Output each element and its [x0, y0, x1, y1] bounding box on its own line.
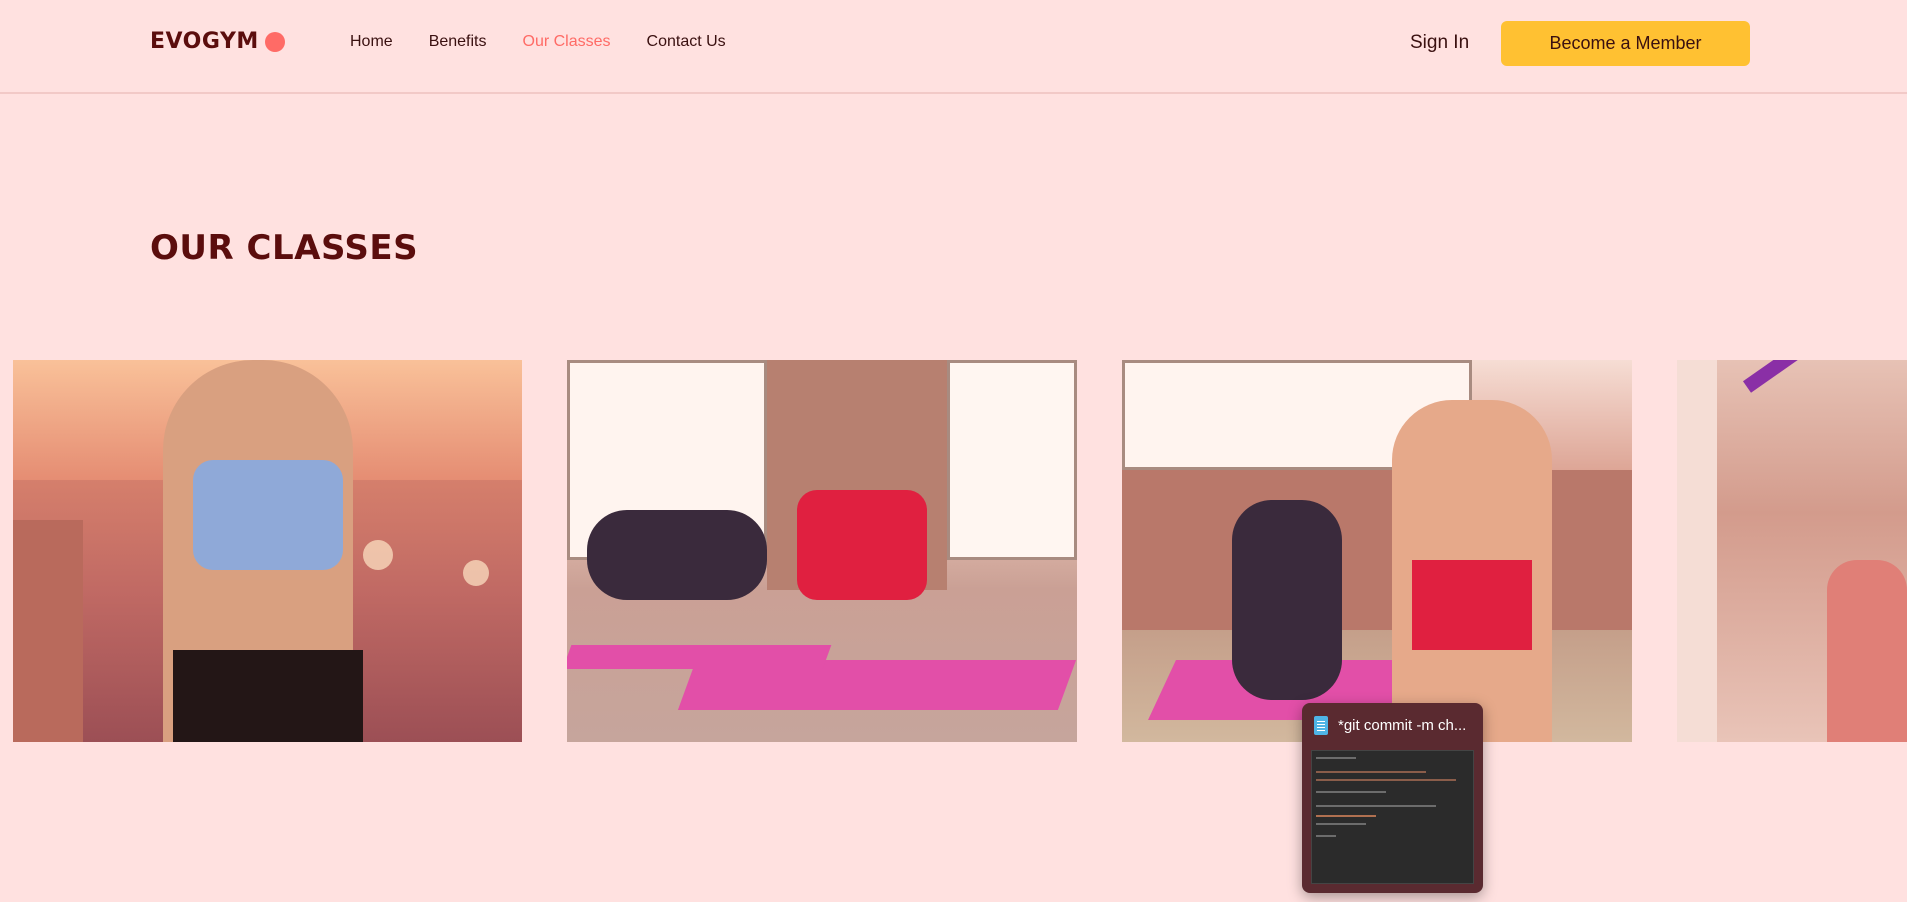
preview-header: *git commit -m ch... — [1314, 716, 1466, 735]
class-image-stretching[interactable] — [1122, 360, 1632, 742]
window — [947, 360, 1077, 560]
preview-title: *git commit -m ch... — [1338, 717, 1467, 734]
thumb-line — [1316, 815, 1376, 817]
preview-thumbnail[interactable] — [1311, 750, 1474, 884]
resistance-band — [1742, 360, 1899, 393]
thumb-line — [1316, 779, 1456, 781]
brick-wall — [1122, 470, 1632, 630]
class-image-weights[interactable] — [13, 360, 522, 742]
sports-top — [193, 460, 343, 570]
become-member-button[interactable]: Become a Member — [1501, 21, 1750, 66]
nav-link-contact-us[interactable]: Contact Us — [647, 33, 726, 51]
person-figure — [1232, 500, 1342, 700]
thumb-line — [1316, 823, 1366, 825]
taskbar-window-preview[interactable]: *git commit -m ch... — [1302, 703, 1483, 893]
thumb-line — [1316, 791, 1386, 793]
thumb-line — [1316, 771, 1426, 773]
class-image-resistance-band[interactable] — [1677, 360, 1907, 742]
sign-in-link[interactable]: Sign In — [1410, 32, 1469, 54]
class-image-floor-exercise[interactable] — [567, 360, 1077, 742]
logo-dot-icon — [264, 31, 285, 52]
logo[interactable]: EVOGYM — [150, 29, 285, 54]
nav-link-home[interactable]: Home — [350, 33, 393, 51]
person-figure — [1827, 560, 1907, 742]
thumb-line — [1316, 757, 1356, 759]
logo-text: EVOGYM — [150, 29, 259, 54]
person-figure — [587, 510, 767, 600]
notepad-icon — [1314, 716, 1328, 735]
thumb-line — [1316, 835, 1336, 837]
page-title: OUR CLASSES — [150, 228, 419, 268]
window — [1677, 360, 1717, 742]
light-bokeh — [363, 540, 393, 570]
red-top — [797, 490, 927, 600]
thumb-line — [1316, 805, 1436, 807]
light-bokeh — [463, 560, 489, 586]
nav-links: Home Benefits Our Classes Contact Us — [350, 33, 726, 51]
nav-link-our-classes[interactable]: Our Classes — [523, 33, 611, 51]
yoga-mat — [567, 645, 832, 669]
person-figure — [13, 520, 83, 742]
nav-link-benefits[interactable]: Benefits — [429, 33, 487, 51]
red-top — [1412, 560, 1532, 650]
navbar: EVOGYM Home Benefits Our Classes Contact… — [0, 0, 1907, 94]
leggings — [173, 650, 363, 742]
